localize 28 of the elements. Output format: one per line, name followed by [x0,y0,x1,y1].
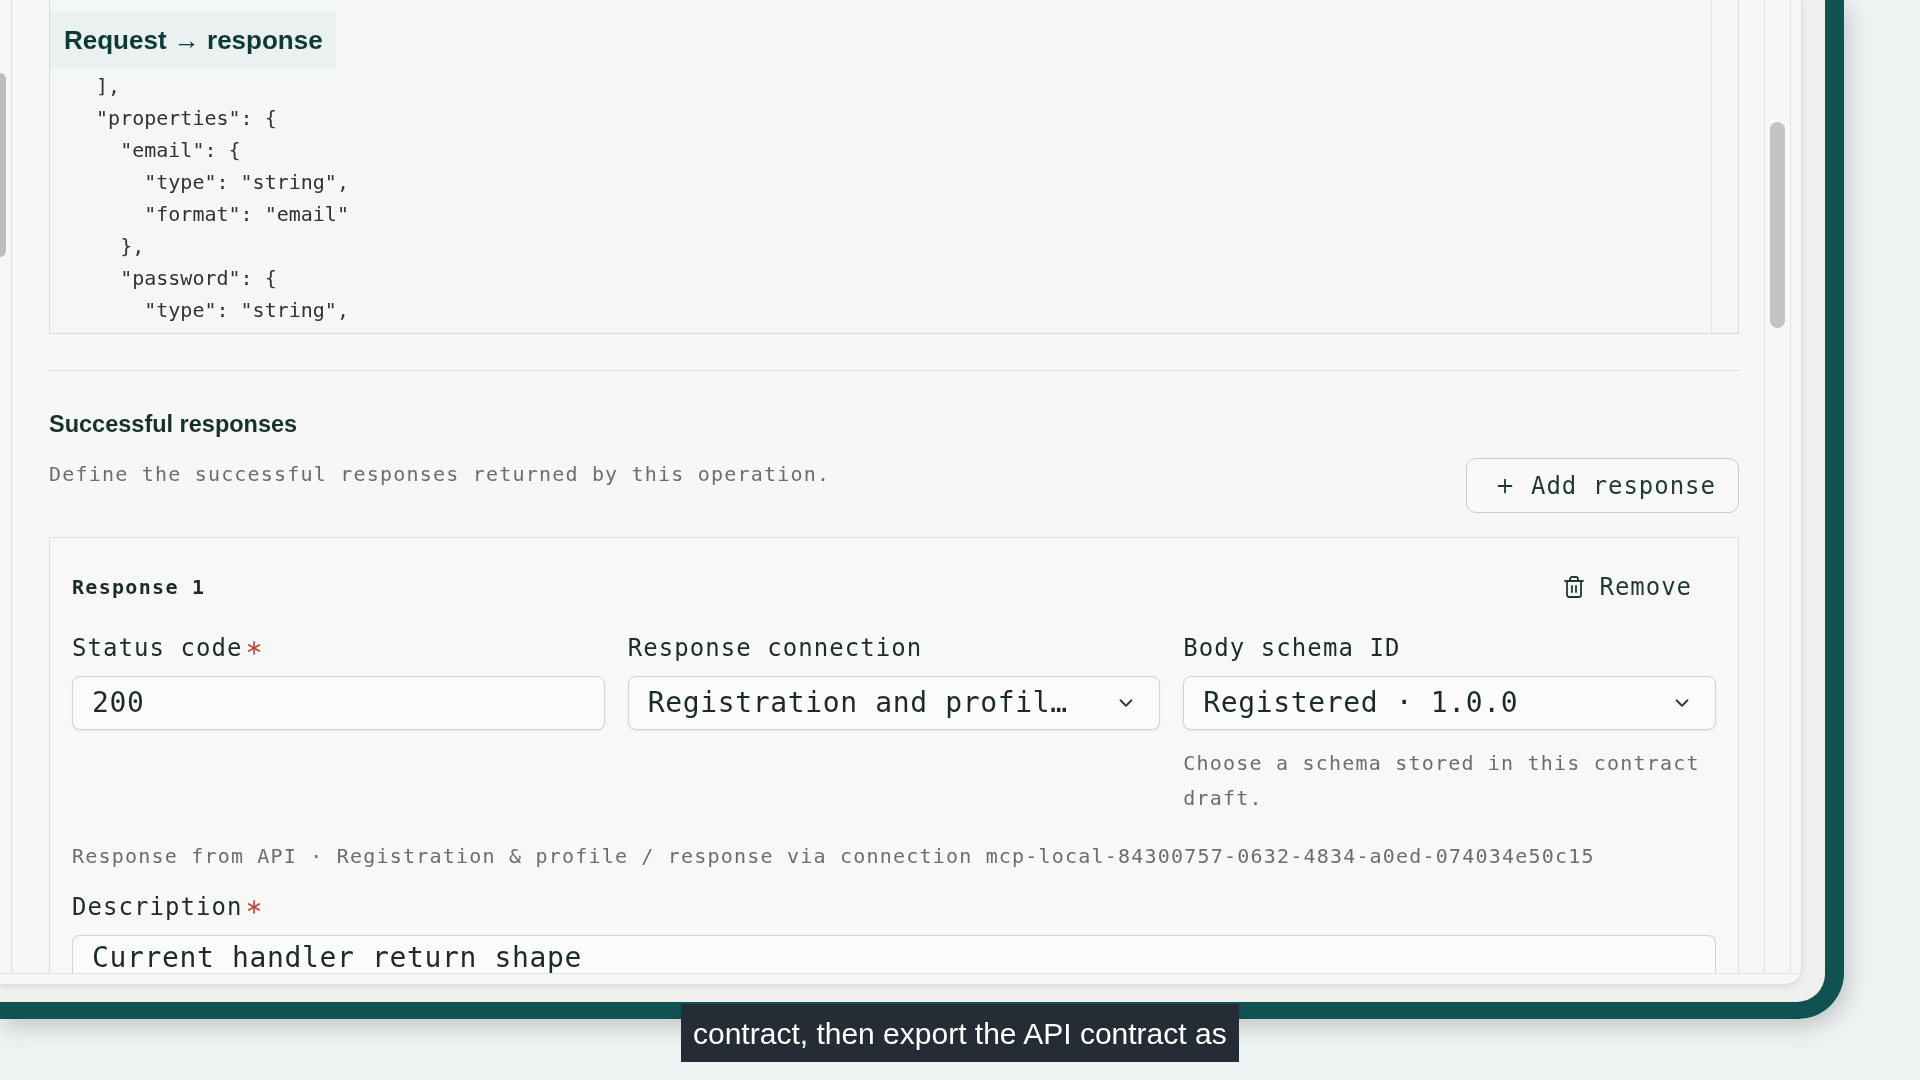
section-description: Define the successful responses returned by this operation. [49,461,831,488]
select-field[interactable]: Registered · 1.0.0 [1183,676,1716,730]
field-label: Status code [72,633,243,663]
field-label: Body schema ID [1183,633,1401,663]
input-field[interactable]: 200 [72,676,605,730]
code-line: "format": "email" [144,201,349,228]
field-label: Description [72,892,243,922]
description-field[interactable]: Current handler return shape [72,935,1716,973]
code-line: "type": "string", [144,297,349,324]
code-line: "email": { [120,137,241,164]
code-line: }, [120,233,145,260]
add-response-button[interactable]: Add response [1466,458,1739,513]
code-line: ], [96,73,121,100]
section-title: Successful responses [49,410,299,439]
scrollbar-thumb[interactable] [1770,122,1785,328]
select-field[interactable]: Registration and profil… [627,676,1161,730]
field-label: Response connection [627,633,923,663]
remove-button[interactable]: Remove [1553,567,1700,607]
video-caption: contract, then export the API contract as [681,1004,1239,1062]
code-line: "type": "string", [144,169,349,196]
code-line: "properties": { [96,105,277,132]
response-title: Response 1 [72,574,206,601]
section-label: Request → response [50,11,336,69]
field-hint: Choose a schema stored in this contract draft. [1183,750,1701,812]
scrollbar-thumb[interactable] [0,73,6,257]
code-line: "password": { [120,265,277,292]
source-note: Response from API · Registration & profile / response via connection mcp-local-84300757-0632-4834-a0ed-074034e50c15 [72,843,1596,870]
trash-icon [1561,575,1586,599]
